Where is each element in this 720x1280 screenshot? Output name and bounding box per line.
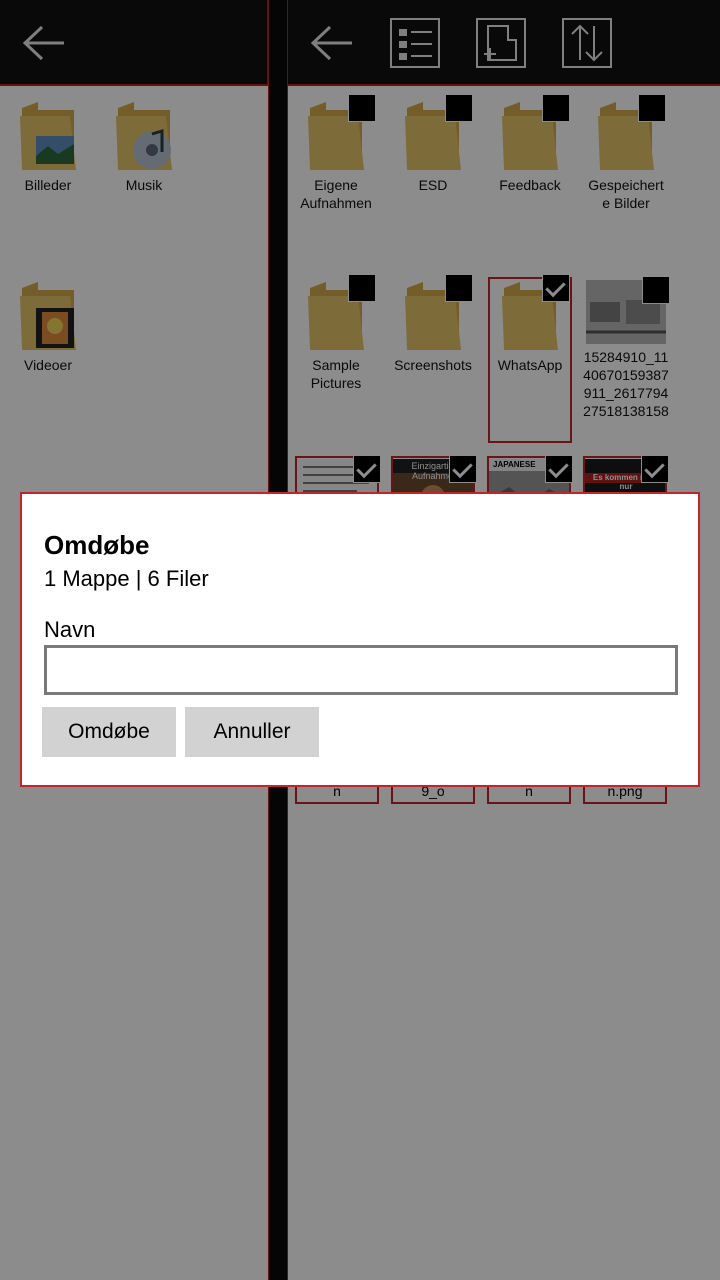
rename-button[interactable]: Omdøbe [42,707,176,757]
dialog-subtitle: 1 Mappe | 6 Filer [44,566,209,591]
name-field-label: Navn [44,617,96,642]
name-input[interactable] [44,645,678,695]
rename-dialog: Omdøbe 1 Mappe | 6 Filer Navn Omdøbe Ann… [20,492,700,787]
dialog-title: Omdøbe [44,530,150,560]
cancel-button[interactable]: Annuller [185,707,319,757]
